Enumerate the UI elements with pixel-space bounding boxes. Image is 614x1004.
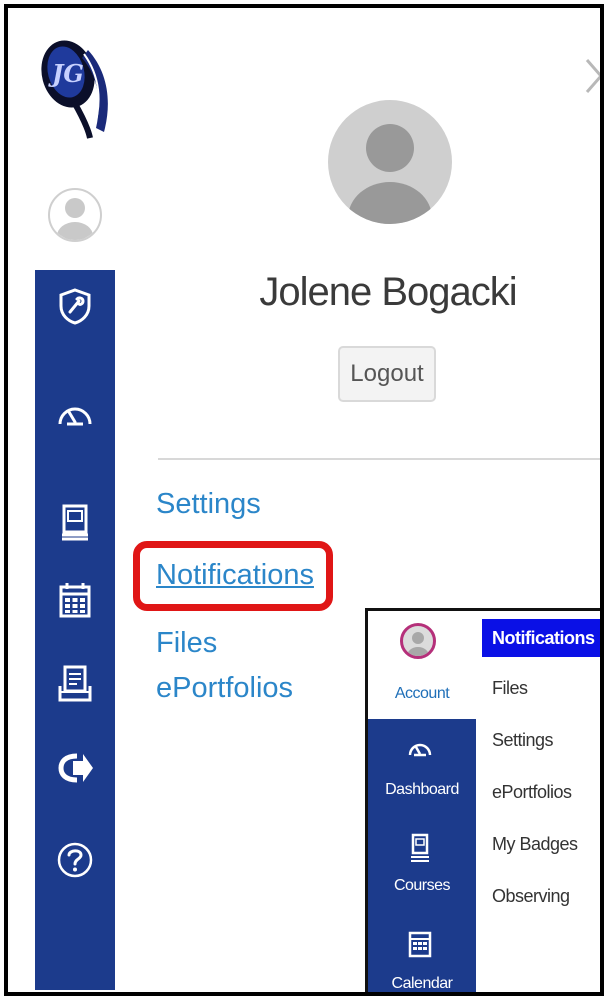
commons-nav-item[interactable] [35, 740, 115, 796]
inset-observing-item[interactable]: Observing [482, 877, 600, 915]
inset-dashboard-label[interactable]: Dashboard [368, 781, 476, 799]
inbox-icon [58, 665, 92, 702]
files-link[interactable]: Files [156, 627, 217, 660]
inset-courses-icon[interactable] [400, 833, 440, 869]
inset-eportfolios-item[interactable]: ePortfolios [482, 773, 600, 811]
inset-account-menu: Account Dashboard Courses Calendar Notif… [365, 608, 600, 992]
logout-button[interactable]: Logout [338, 346, 436, 402]
user-avatar [328, 100, 452, 224]
settings-link[interactable]: Settings [156, 488, 261, 521]
admin-icon [59, 288, 91, 325]
notifications-highlight [133, 541, 333, 611]
user-name: Jolene Bogacki [259, 270, 517, 314]
account-avatar-icon [400, 623, 436, 659]
inset-account-nav-item[interactable]: Account [368, 611, 476, 719]
inset-dashboard-icon[interactable] [400, 733, 440, 769]
help-nav-item[interactable] [35, 832, 115, 888]
global-navigation: JG [26, 8, 118, 992]
profile-avatar-icon[interactable] [48, 188, 102, 242]
inset-my-badges-item[interactable]: My Badges [482, 825, 600, 863]
inbox-nav-item[interactable] [35, 656, 115, 712]
inset-notifications-item[interactable]: Notifications [482, 619, 600, 657]
close-icon[interactable] [581, 56, 600, 96]
help-icon [57, 842, 93, 878]
commons-icon [58, 753, 93, 783]
inset-account-submenu: Notifications Files Settings ePortfolios… [476, 611, 600, 992]
divider [158, 458, 600, 460]
courses-icon [62, 504, 88, 541]
svg-text:JG: JG [48, 59, 84, 88]
inset-account-label: Account [394, 685, 450, 702]
inset-courses-label[interactable]: Courses [368, 877, 476, 895]
calendar-nav-item[interactable] [35, 572, 115, 628]
inset-settings-item[interactable]: Settings [482, 721, 600, 759]
inset-global-nav: Account Dashboard Courses Calendar [368, 611, 476, 992]
courses-nav-item[interactable] [35, 494, 115, 550]
global-nav-strip [35, 270, 115, 990]
school-logo[interactable]: JG [38, 32, 114, 142]
calendar-icon [59, 583, 91, 618]
inset-calendar-icon[interactable] [400, 929, 440, 965]
inset-files-item[interactable]: Files [482, 669, 600, 707]
dashboard-nav-item[interactable] [35, 386, 115, 442]
inset-calendar-label[interactable]: Calendar [368, 975, 476, 992]
eportfolios-link[interactable]: ePortfolios [156, 672, 293, 705]
screenshot-frame: JG Jolene Bogacki Logout Settings Notifi… [4, 4, 604, 996]
admin-nav-item[interactable] [35, 278, 115, 334]
dashboard-icon [58, 407, 92, 426]
